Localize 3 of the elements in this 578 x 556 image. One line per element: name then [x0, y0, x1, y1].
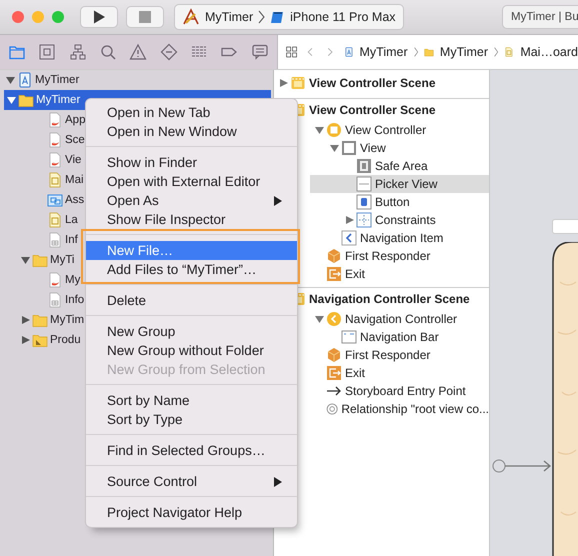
device-name: iPhone 11 Pro Max	[290, 10, 396, 24]
scheme-name: MyTimer	[205, 10, 254, 24]
activity-field: MyTimer | Bu	[502, 5, 578, 29]
